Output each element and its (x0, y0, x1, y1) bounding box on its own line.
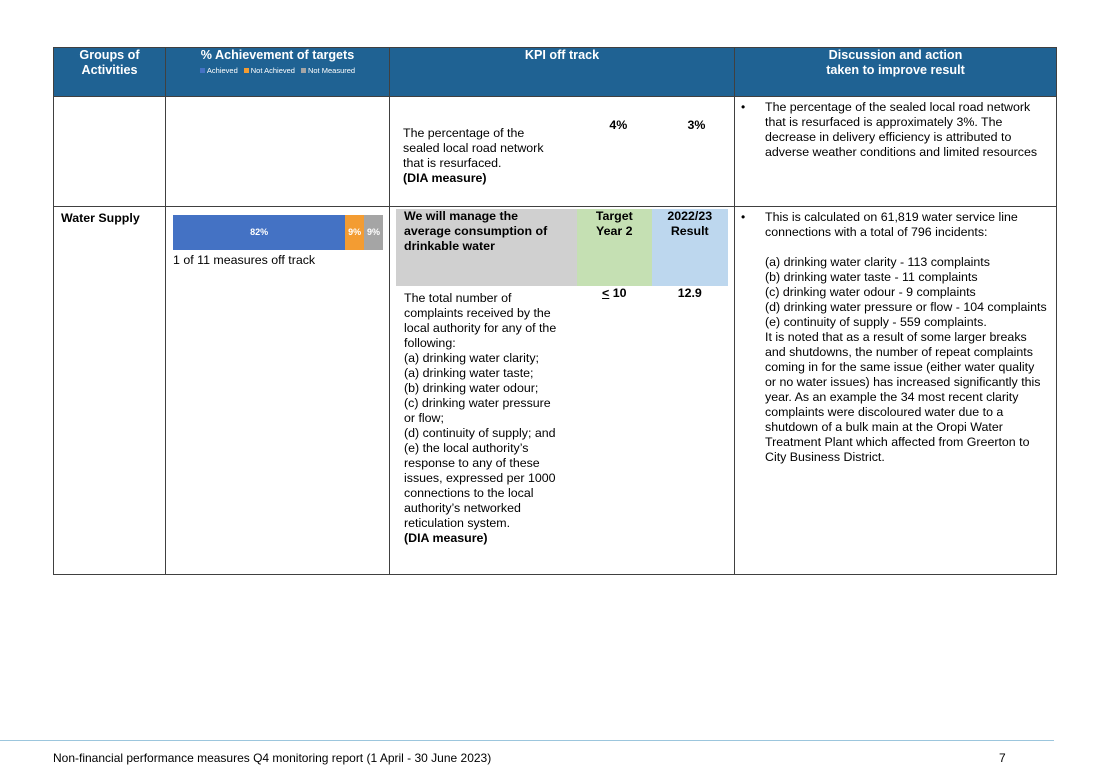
bar-segment: 9% (345, 215, 365, 250)
target-heading: Target Year 2 (577, 209, 652, 286)
discussion-line: (e) continuity of supply - 559 complaint… (765, 315, 987, 329)
discussion-line: (b) drinking water taste - 11 complaints (765, 270, 978, 284)
group-cell-empty (53, 96, 166, 207)
header-achievement-label: % Achievement of targets (200, 48, 355, 62)
kpi-dia-label: (DIA measure) (404, 531, 488, 545)
kpi-target: 4% (609, 117, 628, 132)
table-row-roading: The percentage of the sealed local road … (53, 96, 1057, 207)
achievement-cell-water-supply: 82% 9% 9% 1 of 11 measures off track (165, 206, 390, 575)
kpi-description-lines: The total number of complaints received b… (404, 291, 577, 531)
target-heading-text: Target Year 2 (595, 209, 633, 238)
kpi-description-line: authority’s networked (404, 501, 521, 515)
kpi-description-line: (a) drinking water taste; (404, 366, 534, 380)
discussion-line: This is calculated on 61,819 water servi… (765, 210, 1018, 239)
result-heading: 2022/23 Result (651, 209, 728, 286)
kpi-description-line: issues, expressed per 1000 (404, 471, 556, 485)
discussion-list: The percentage of the sealed local road … (735, 100, 1056, 160)
discussion-line: (a) drinking water clarity - 113 complai… (765, 255, 990, 269)
kpi-description: The total number of complaints received b… (396, 286, 577, 574)
discussion-line: It is noted that as a result of some lar… (765, 330, 1041, 464)
kpi-cell-roading: The percentage of the sealed local road … (389, 96, 735, 207)
header-discussion: Discussion and action taken to improve r… (734, 47, 1057, 97)
footer-divider (0, 740, 1054, 741)
kpi-description-line: The total number of (404, 291, 512, 305)
kpi-description-line: response to any of these (404, 456, 540, 470)
legend-swatch (300, 68, 306, 73)
discussion-line (765, 240, 1048, 255)
kpi-dia-label: (DIA measure) (403, 170, 487, 185)
kpi-description-line: following: (404, 336, 456, 350)
header-groups-label: Groups of Activities (79, 48, 140, 77)
header-discussion-label: Discussion and action taken to improve r… (826, 48, 965, 77)
off-track-summary: 1 of 11 measures off track (173, 253, 316, 267)
kpi-result: 3% (687, 117, 706, 132)
group-name: Water Supply (61, 211, 140, 225)
table-row-water-supply: Water Supply 82% 9% 9% 1 of 11 measures of… (53, 206, 1057, 575)
kpi-description-line: (b) drinking water odour; (404, 381, 539, 395)
kpi-description-line: (e) the local authority’s (404, 441, 529, 455)
kpi-description-line: or flow; (404, 411, 444, 425)
discussion-item: This is calculated on 61,819 water servi… (741, 210, 1048, 465)
legend-item: Not Measured (300, 66, 356, 75)
result-heading-text: 2022/23 Result (667, 209, 713, 238)
kpi-description-line: connections to the local (404, 486, 534, 500)
bar-segment: 82% (173, 215, 346, 250)
group-cell-water-supply: Water Supply (53, 206, 166, 575)
bar-segment: 9% (364, 215, 383, 250)
kpi-description-text: The percentage of the sealed local road … (403, 125, 544, 170)
kpi-target-value: < 10 (602, 286, 627, 300)
kpi-heading: We will manage the average consumption o… (396, 209, 578, 286)
header-achievement: % Achievement of targets Achieved Not Ach… (165, 47, 390, 97)
legend-label: Achieved (206, 66, 238, 75)
legend-swatch (199, 68, 205, 73)
kpi-inner-roading: The percentage of the sealed local road … (390, 118, 734, 186)
legend-item: Not Achieved (243, 66, 295, 75)
kpi-description-line: complaints received by the (404, 306, 551, 320)
kpi-description-line: (a) drinking water clarity; (404, 351, 539, 365)
kpi-cell-water-supply: We will manage the average consumption o… (389, 206, 735, 575)
kpi-description-line: reticulation system. (404, 516, 511, 530)
performance-table: Groups of Activities % Achievement of ta… (53, 47, 1057, 575)
kpi-target: < 10 (577, 286, 651, 574)
kpi-body-row: The total number of complaints received b… (396, 286, 728, 574)
kpi-description-line: (d) continuity of supply; and (404, 426, 556, 440)
legend-label: Not Achieved (250, 66, 295, 75)
kpi-description: The percentage of the sealed local road … (390, 118, 578, 186)
achievement-cell-empty (165, 96, 390, 207)
kpi-result: 12.9 (677, 286, 702, 300)
achievement-bar: 82% 9% 9% (173, 215, 383, 250)
kpi-inner-water: We will manage the average consumption o… (396, 209, 728, 574)
kpi-description-line: (c) drinking water pressure (404, 396, 551, 410)
kpi-heading-row: We will manage the average consumption o… (396, 209, 728, 286)
achievement-legend: Achieved Not Achieved Not Measured (166, 66, 389, 75)
legend-swatch (243, 68, 249, 73)
kpi-heading-text: We will manage the average consumption o… (404, 209, 548, 253)
header-kpi: KPI off track (389, 47, 735, 97)
footer-title: Non-financial performance measures Q4 mo… (53, 751, 492, 765)
discussion-line: (d) drinking water pressure or flow - 10… (765, 300, 1047, 314)
legend-label: Not Measured (307, 66, 356, 75)
discussion-item: The percentage of the sealed local road … (741, 100, 1048, 160)
page-number: 7 (999, 751, 1006, 765)
discussion-line: (c) drinking water odour - 9 complaints (765, 285, 976, 299)
legend-item: Achieved (199, 66, 238, 75)
kpi-description-line: local authority for any of the (404, 321, 557, 335)
discussion-cell-water-supply: This is calculated on 61,819 water servi… (734, 206, 1057, 575)
discussion-list: This is calculated on 61,819 water servi… (735, 210, 1056, 465)
header-groups: Groups of Activities (53, 47, 166, 97)
discussion-cell-roading: The percentage of the sealed local road … (734, 96, 1057, 207)
header-row: Groups of Activities % Achievement of ta… (53, 47, 1057, 97)
